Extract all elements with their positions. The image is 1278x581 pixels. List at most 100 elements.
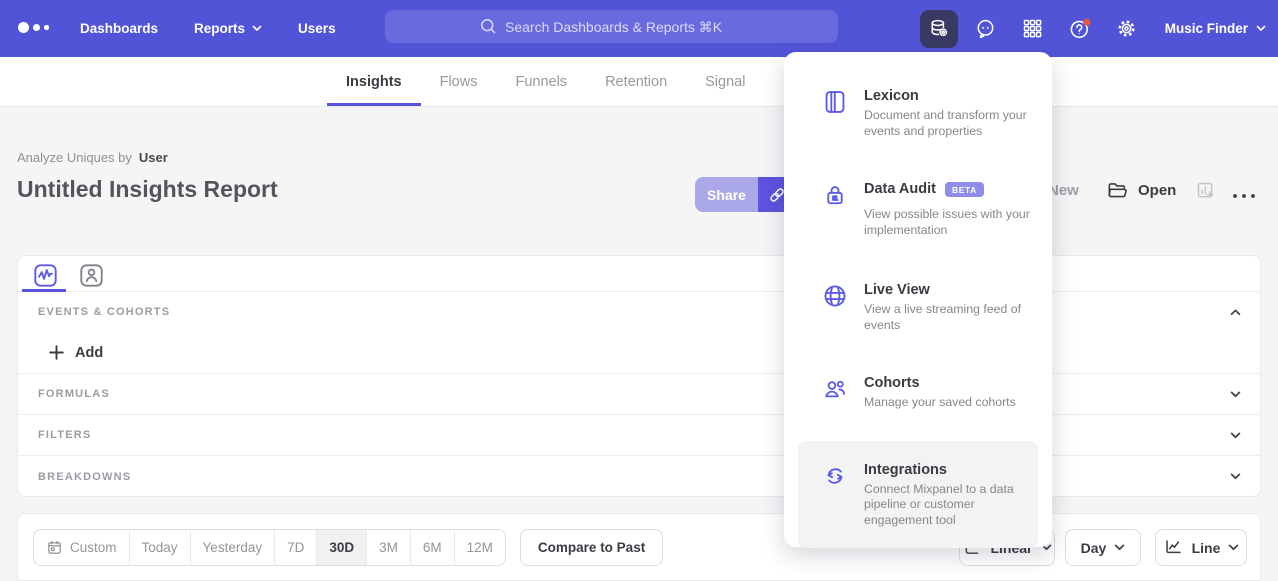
range-30d[interactable]: 30D: [317, 530, 367, 565]
range-7d[interactable]: 7D: [275, 530, 317, 565]
topbar: Dashboards Reports Users: [0, 0, 1278, 57]
section-events-cohorts[interactable]: EVENTS & COHORTS: [18, 292, 1260, 332]
tab-signal[interactable]: Signal: [686, 57, 764, 106]
section-label: FILTERS: [38, 429, 91, 441]
open-label: Open: [1138, 182, 1176, 199]
chart-type-dropdown[interactable]: Line: [1155, 529, 1247, 566]
menu-item-description: Manage your saved cohorts: [864, 395, 1042, 411]
data-management-menu: Lexicon Document and transform your even…: [784, 52, 1052, 547]
compare-to-past-button[interactable]: Compare to Past: [520, 529, 663, 566]
date-range-group: Custom Today Yesterday 7D 30D 3M 6M 12M …: [33, 529, 663, 566]
top-navigation: Dashboards Reports Users: [80, 0, 336, 57]
chevron-up-icon[interactable]: [1230, 309, 1241, 316]
menu-item-title: Live View: [864, 282, 930, 299]
chevron-down-icon: [1228, 544, 1239, 551]
menu-item-data-audit[interactable]: Data Audit BETA View possible issues wit…: [798, 181, 1038, 238]
nav-reports[interactable]: Reports: [194, 21, 262, 36]
project-name: Music Finder: [1165, 21, 1248, 36]
range-yesterday[interactable]: Yesterday: [191, 530, 276, 565]
notification-dot: [1083, 18, 1090, 25]
chevron-down-icon[interactable]: [1230, 473, 1241, 480]
help-button[interactable]: [1061, 10, 1099, 48]
users-view-tab[interactable]: [78, 262, 104, 288]
project-switcher[interactable]: Music Finder: [1165, 21, 1266, 36]
apps-grid-icon: [1021, 17, 1044, 40]
section-label: EVENTS & COHORTS: [38, 306, 170, 318]
add-event-row: Add: [18, 332, 1260, 374]
search-input[interactable]: [385, 10, 838, 43]
share-button[interactable]: Share: [695, 177, 758, 212]
add-chart-icon: [1195, 180, 1217, 202]
beta-badge: BETA: [945, 182, 984, 197]
data-management-button[interactable]: [920, 10, 958, 48]
integrations-sync-icon: [822, 463, 848, 489]
open-report-button[interactable]: Open: [1106, 179, 1176, 202]
tab-retention[interactable]: Retention: [586, 57, 686, 106]
query-builder-panel: EVENTS & COHORTS Add FORMULAS FILTERS BR…: [17, 255, 1261, 497]
new-report-button[interactable]: New: [1048, 182, 1079, 199]
interval-label: Day: [1081, 540, 1107, 556]
date-range-control: Custom Today Yesterday 7D 30D 3M 6M 12M: [33, 529, 506, 566]
menu-item-lexicon[interactable]: Lexicon Document and transform your even…: [798, 88, 1038, 139]
chevron-down-icon: [1114, 544, 1125, 551]
more-options-button[interactable]: [1231, 187, 1257, 205]
section-formulas[interactable]: FORMULAS: [18, 374, 1260, 415]
builder-tabstrip: [18, 256, 1260, 292]
chevron-down-icon[interactable]: [1230, 432, 1241, 439]
menu-item-cohorts[interactable]: Cohorts Manage your saved cohorts: [798, 375, 1038, 411]
search-field[interactable]: [503, 18, 745, 36]
menu-item-title: Integrations: [864, 462, 947, 479]
chart-toolbar-panel: Custom Today Yesterday 7D 30D 3M 6M 12M …: [17, 513, 1261, 581]
tab-flows[interactable]: Flows: [421, 57, 497, 106]
nav-dashboards[interactable]: Dashboards: [80, 21, 158, 36]
nav-reports-label: Reports: [194, 21, 245, 36]
metrics-view-tab[interactable]: [32, 262, 58, 288]
add-event-button[interactable]: Add: [75, 345, 103, 361]
active-tab-underline: [22, 289, 66, 292]
gear-icon: [1115, 17, 1138, 40]
menu-item-title: Lexicon: [864, 88, 919, 105]
chart-type-label: Line: [1192, 540, 1221, 556]
settings-button[interactable]: [1108, 10, 1146, 48]
menu-item-integrations[interactable]: Integrations Connect Mixpanel to a data …: [798, 441, 1038, 549]
chevron-down-icon: [1256, 25, 1266, 32]
line-chart-icon: [1163, 537, 1184, 558]
help-icon: [1068, 17, 1092, 41]
plus-icon[interactable]: [49, 345, 64, 360]
nav-users[interactable]: Users: [298, 21, 336, 36]
interval-dropdown[interactable]: Day: [1065, 529, 1141, 566]
database-gear-icon: [927, 17, 950, 40]
cohorts-people-icon: [822, 376, 848, 402]
section-filters[interactable]: FILTERS: [18, 415, 1260, 456]
menu-item-live-view[interactable]: Live View View a live streaming feed of …: [798, 282, 1038, 333]
page-title[interactable]: Untitled Insights Report: [17, 176, 278, 203]
range-today[interactable]: Today: [130, 530, 191, 565]
chevron-down-icon: [252, 25, 262, 32]
lexicon-book-icon: [822, 89, 848, 115]
range-3m[interactable]: 3M: [367, 530, 411, 565]
share-split-button: Share: [695, 177, 795, 212]
menu-item-description: View a live streaming feed of events: [864, 302, 1042, 333]
section-breakdowns[interactable]: BREAKDOWNS: [18, 456, 1260, 497]
data-audit-lock-icon: [822, 182, 848, 208]
mixpanel-logo-icon[interactable]: [18, 22, 49, 33]
section-label: FORMULAS: [38, 388, 110, 400]
chevron-down-icon[interactable]: [1230, 391, 1241, 398]
add-to-dashboard-button[interactable]: [1195, 180, 1217, 207]
menu-item-description: Connect Mixpanel to a data pipeline or c…: [864, 482, 1042, 529]
calendar-icon: [46, 539, 63, 556]
tab-funnels[interactable]: Funnels: [496, 57, 586, 106]
range-12m[interactable]: 12M: [455, 530, 505, 565]
topbar-actions: Music Finder: [920, 0, 1266, 57]
range-custom[interactable]: Custom: [34, 530, 130, 565]
analysis-entity-selector[interactable]: User: [139, 150, 168, 165]
messages-button[interactable]: [967, 10, 1005, 48]
tab-insights[interactable]: Insights: [327, 57, 421, 106]
live-view-globe-icon: [822, 283, 848, 309]
apps-grid-button[interactable]: [1014, 10, 1052, 48]
search-icon: [478, 16, 499, 37]
menu-item-description: View possible issues with your implement…: [864, 207, 1042, 238]
speech-bubble-icon: [974, 17, 997, 40]
range-6m[interactable]: 6M: [411, 530, 455, 565]
range-label: Custom: [70, 540, 117, 555]
